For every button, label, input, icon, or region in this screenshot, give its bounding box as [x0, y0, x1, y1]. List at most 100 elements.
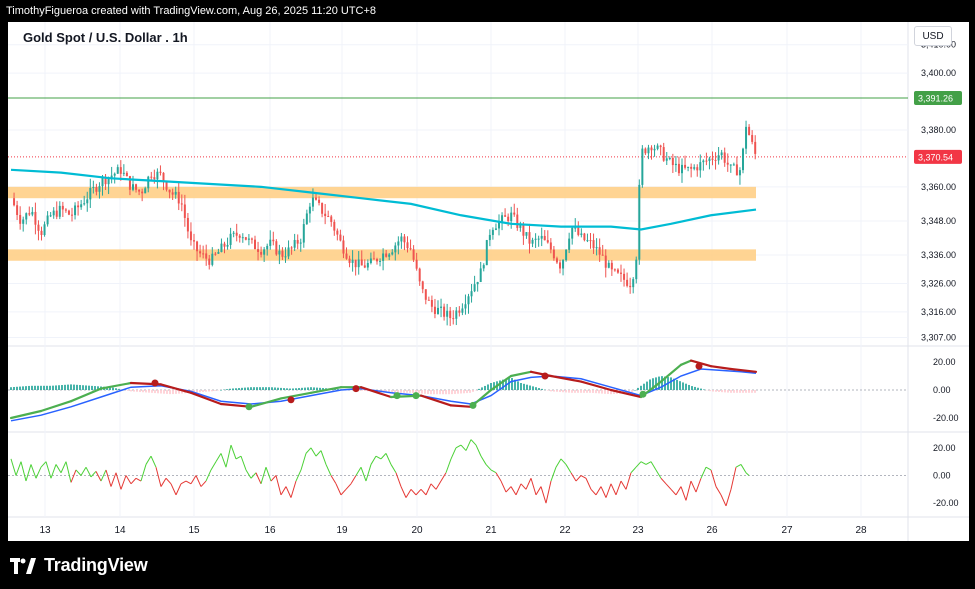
osc-line-segment — [575, 475, 582, 482]
chart-area[interactable]: 3,410.003,400.003,380.003,360.003,348.00… — [8, 22, 969, 541]
macd-cross-marker — [393, 392, 401, 400]
macd-histogram-bar — [541, 388, 543, 390]
macd-cross-marker — [695, 362, 703, 370]
osc-line-segment — [550, 467, 557, 482]
osc-line-segment — [275, 475, 282, 495]
macd-histogram-bar — [262, 387, 264, 390]
candle-body — [437, 307, 439, 314]
price-tick-label: 3,336.00 — [921, 250, 956, 260]
osc-line-segment — [185, 480, 192, 485]
macd-histogram-bar — [235, 388, 237, 390]
candle-body — [162, 172, 165, 182]
osc-line-segment — [510, 486, 517, 496]
osc-line-segment — [745, 472, 750, 476]
osc-line-segment — [485, 464, 492, 471]
macd-histogram-bar — [676, 379, 678, 390]
macd-histogram-bar — [133, 390, 135, 392]
macd-histogram-bar — [250, 387, 252, 390]
osc-line-segment — [500, 480, 507, 493]
candle-body — [369, 258, 372, 263]
osc-line-segment — [50, 464, 57, 479]
macd-histogram-bar — [244, 387, 246, 390]
candle-body — [193, 240, 195, 242]
candle-body — [720, 152, 723, 156]
osc-line-segment — [700, 466, 707, 479]
macd-cross-marker — [287, 396, 295, 404]
macd-histogram-bar — [682, 382, 684, 390]
macd-histogram-bar — [523, 383, 525, 390]
chart-canvas[interactable]: 3,410.003,400.003,380.003,360.003,348.00… — [8, 22, 969, 541]
macd-histogram-bar — [406, 390, 408, 393]
candle-body — [336, 230, 339, 235]
osc-line-segment — [345, 483, 352, 490]
candle-body — [726, 162, 729, 165]
macd-histogram-bar — [607, 390, 609, 394]
candle-body — [464, 304, 467, 309]
currency-selector[interactable]: USD — [914, 26, 952, 46]
macd-histogram-bar — [148, 390, 150, 393]
candle-body — [342, 240, 345, 254]
macd-histogram-bar — [238, 388, 240, 390]
candle-body — [153, 177, 156, 180]
osc-line-segment — [285, 486, 292, 498]
candle-body — [330, 216, 333, 222]
macd-signal-segment — [679, 359, 693, 366]
macd-histogram-bar — [118, 388, 120, 390]
candle-body — [473, 284, 476, 292]
macd-cross-marker — [352, 385, 360, 393]
macd-histogram-bar — [646, 381, 648, 390]
candle-body — [531, 239, 534, 244]
macd-cross-marker — [541, 372, 549, 380]
candle-body — [28, 213, 31, 215]
candle-body — [74, 205, 77, 216]
macd-histogram-bar — [172, 390, 174, 395]
macd-histogram-bar — [73, 384, 75, 390]
osc-line-segment — [470, 439, 477, 446]
macd-histogram-bar — [145, 390, 147, 393]
time-tick-label: 27 — [781, 525, 793, 536]
brand-name: TradingView — [44, 555, 148, 575]
macd-histogram-bar — [94, 386, 96, 390]
candle-body — [504, 215, 507, 217]
candle-body — [315, 197, 317, 200]
macd-histogram-bar — [586, 390, 588, 393]
candle-body — [449, 310, 452, 319]
macd-histogram-bar — [694, 386, 696, 390]
candle-body — [415, 259, 418, 269]
candle-body — [623, 273, 626, 280]
osc-line-segment — [715, 486, 722, 496]
candle-body — [516, 214, 519, 228]
osc-line-segment — [150, 455, 157, 468]
osc-line-segment — [255, 472, 262, 485]
candle-body — [132, 184, 134, 190]
time-tick-label: 13 — [39, 525, 51, 536]
candle-body — [302, 224, 305, 243]
candle-body — [98, 186, 101, 192]
candle-body — [479, 268, 482, 282]
macd-histogram-bar — [61, 385, 63, 390]
candle-body — [272, 239, 275, 242]
candle-body — [641, 148, 644, 185]
tradingview-logo[interactable]: TradingView — [10, 555, 148, 576]
osc-line-segment — [450, 447, 457, 460]
candle-body — [638, 184, 641, 260]
candle-body — [735, 164, 738, 176]
osc-line-segment — [325, 464, 332, 476]
osc-line-segment — [705, 466, 712, 471]
macd-signal-segment — [709, 365, 733, 371]
candle-body — [31, 211, 34, 215]
candle-body — [482, 265, 485, 269]
candle-body — [220, 243, 223, 253]
candle-body — [525, 232, 528, 236]
osc-line-segment — [690, 480, 697, 493]
candle-body — [702, 160, 705, 163]
candle-body — [305, 213, 308, 225]
osc-line-segment — [105, 469, 112, 487]
candle-body — [540, 235, 543, 239]
macd-histogram-bar — [211, 390, 213, 392]
macd-histogram-bar — [295, 388, 297, 390]
macd-histogram-bar — [520, 383, 522, 390]
candle-body — [61, 205, 64, 210]
osc-line-segment — [240, 455, 247, 471]
macd-histogram-bar — [166, 390, 168, 394]
